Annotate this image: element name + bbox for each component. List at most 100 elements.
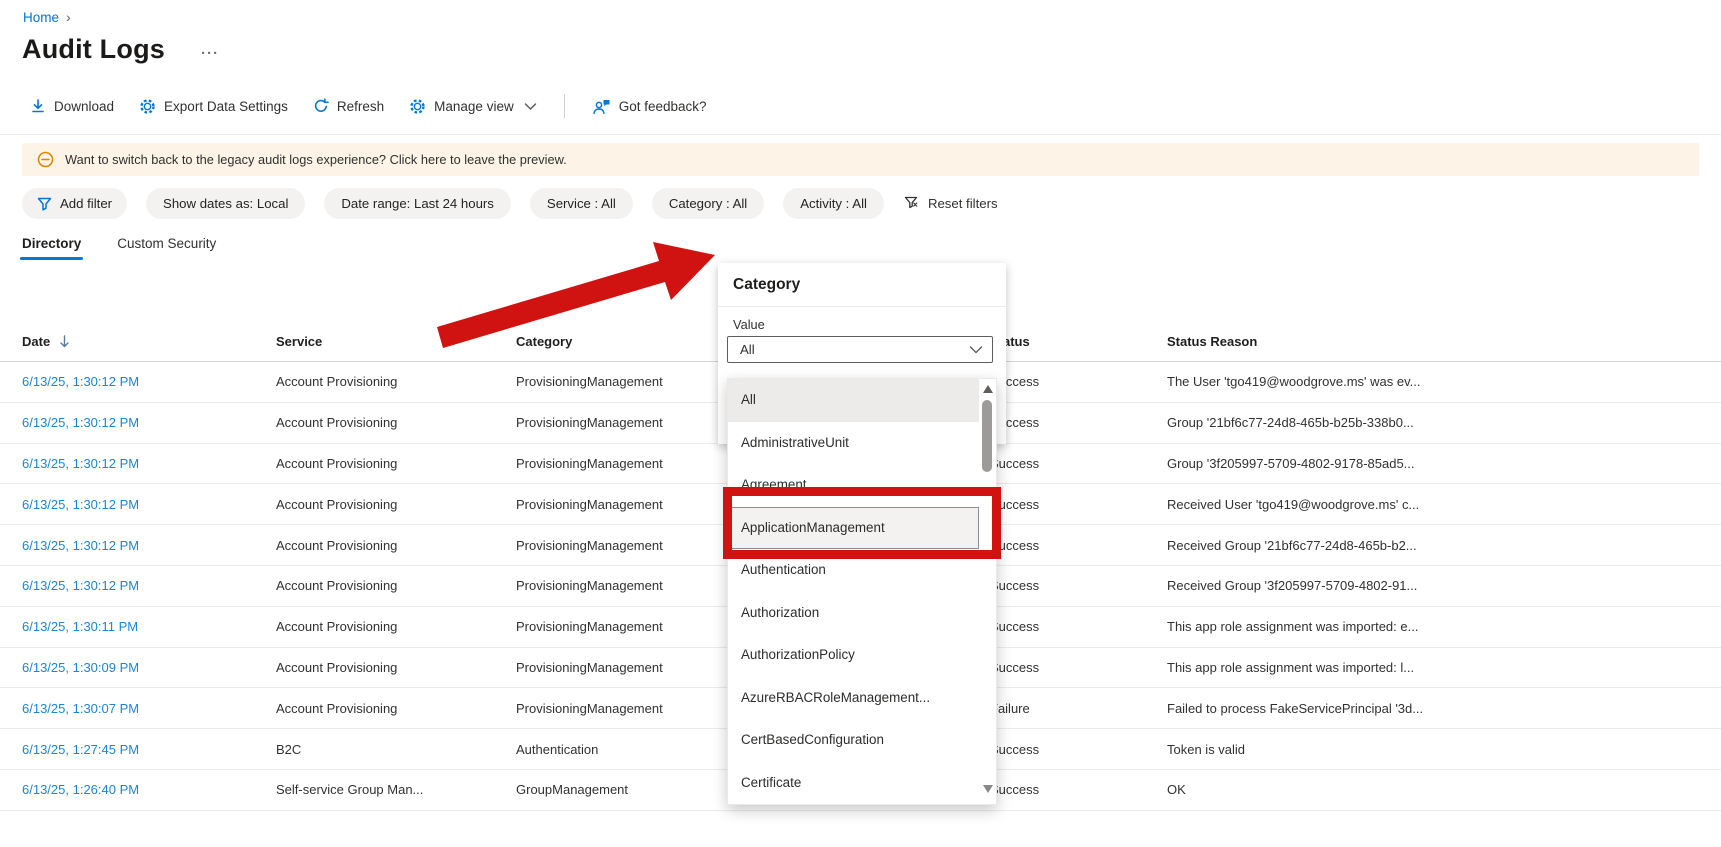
title-row: Audit Logs ···	[0, 25, 1721, 65]
column-header-status[interactable]: Status	[990, 334, 1167, 349]
option-list-scrollbar[interactable]	[979, 379, 996, 804]
scroll-up-icon[interactable]	[983, 385, 993, 393]
column-header-status-reason[interactable]: Status Reason	[1167, 334, 1721, 349]
category-option[interactable]: AuthorizationPolicy	[728, 634, 979, 677]
category-cell: Authentication	[516, 741, 599, 757]
status-cell: Success	[990, 537, 1040, 553]
chevron-down-icon	[524, 102, 537, 111]
got-feedback-button[interactable]: Got feedback?	[592, 98, 707, 115]
category-option[interactable]: Certificate	[728, 762, 979, 805]
category-option[interactable]: AzureRBACRoleManagement...	[728, 677, 979, 720]
category-cell: ProvisioningManagement	[516, 496, 663, 512]
blocked-minus-icon	[37, 151, 54, 168]
status-reason-cell: OK	[1167, 782, 1186, 798]
status-reason-cell: Group '3f205997-5709-4802-9178-85ad5...	[1167, 455, 1415, 471]
scrollbar-thumb[interactable]	[982, 400, 992, 472]
breadcrumb: Home ›	[0, 0, 1721, 25]
date-cell-link[interactable]: 6/13/25, 1:30:09 PM	[22, 660, 276, 675]
feedback-person-icon	[592, 98, 611, 115]
status-cell: Success	[990, 578, 1040, 594]
category-option[interactable]: Agreement	[728, 464, 979, 507]
tab-directory[interactable]: Directory	[19, 236, 84, 260]
refresh-button[interactable]: Refresh	[313, 98, 384, 114]
category-option[interactable]: All	[728, 379, 979, 422]
more-actions-ellipsis-icon[interactable]: ···	[201, 37, 219, 62]
status-cell: Failure	[990, 700, 1030, 716]
refresh-label: Refresh	[336, 98, 385, 114]
date-range-pill[interactable]: Date range: Last 24 hours	[324, 188, 511, 219]
category-value-select[interactable]: All	[727, 336, 993, 363]
status-cell: Success	[990, 455, 1040, 471]
category-option[interactable]: AdministrativeUnit	[728, 422, 979, 465]
category-option[interactable]: Authentication	[728, 549, 979, 592]
date-cell-link[interactable]: 6/13/25, 1:30:12 PM	[22, 456, 276, 471]
legacy-preview-banner: Want to switch back to the legacy audit …	[22, 143, 1699, 176]
date-cell-link[interactable]: 6/13/25, 1:27:45 PM	[22, 742, 276, 757]
manage-view-label: Manage view	[434, 98, 514, 114]
service-filter-pill[interactable]: Service : All	[529, 188, 633, 219]
gear-icon	[139, 98, 156, 115]
breadcrumb-home-link[interactable]: Home	[23, 10, 59, 25]
category-cell: GroupManagement	[516, 782, 629, 798]
date-cell-link[interactable]: 6/13/25, 1:26:40 PM	[22, 782, 276, 797]
category-cell: ProvisioningManagement	[516, 619, 663, 635]
download-icon	[30, 98, 46, 114]
service-cell: Account Provisioning	[276, 659, 398, 675]
export-data-settings-button[interactable]: Export Data Settings	[139, 98, 288, 115]
add-filter-button[interactable]: Add filter	[22, 188, 128, 219]
breadcrumb-chevron-icon: ›	[66, 9, 71, 25]
status-reason-cell: This app role assignment was imported: l…	[1167, 659, 1415, 675]
category-cell: ProvisioningManagement	[516, 700, 663, 716]
show-dates-pill[interactable]: Show dates as: Local	[146, 188, 306, 219]
manage-view-button[interactable]: Manage view	[409, 98, 537, 115]
sort-descending-icon	[59, 335, 70, 348]
service-cell: Account Provisioning	[276, 700, 398, 716]
tab-bar: Directory Custom Security	[0, 236, 1721, 260]
gear-icon	[409, 98, 426, 115]
date-cell-link[interactable]: 6/13/25, 1:30:12 PM	[22, 538, 276, 553]
add-filter-label: Add filter	[60, 196, 113, 211]
service-cell: Account Provisioning	[276, 374, 398, 390]
category-option[interactable]: CertBasedConfiguration	[728, 719, 979, 762]
reset-filters-button[interactable]: Reset filters	[904, 196, 998, 211]
status-cell: Success	[990, 619, 1040, 635]
status-cell: Success	[990, 782, 1040, 798]
category-cell: ProvisioningManagement	[516, 578, 663, 594]
date-cell-link[interactable]: 6/13/25, 1:30:07 PM	[22, 701, 276, 716]
status-cell: Success	[990, 496, 1040, 512]
status-reason-cell: Token is valid	[1167, 741, 1246, 757]
category-option-list: All AdministrativeUnit Agreement Applicatio…	[727, 378, 997, 805]
value-field-label: Value	[733, 317, 765, 332]
filter-bar: Add filter Show dates as: Local Date ran…	[0, 188, 1721, 219]
activity-filter-pill[interactable]: Activity : All	[783, 188, 884, 219]
service-cell: Self-service Group Man...	[276, 782, 424, 798]
tab-custom-security[interactable]: Custom Security	[117, 236, 216, 260]
status-reason-cell: This app role assignment was imported: e…	[1167, 619, 1419, 635]
date-cell-link[interactable]: 6/13/25, 1:30:12 PM	[22, 415, 276, 430]
category-option[interactable]: ApplicationManagement	[728, 506, 979, 549]
category-option[interactable]: Authorization	[728, 592, 979, 635]
download-label: Download	[54, 98, 115, 114]
banner-message[interactable]: Want to switch back to the legacy audit …	[65, 152, 567, 167]
status-reason-cell: Received Group '3f205997-5709-4802-91...	[1167, 578, 1418, 594]
date-cell-link[interactable]: 6/13/25, 1:30:11 PM	[22, 619, 276, 634]
status-cell: Success	[990, 374, 1040, 390]
page-title: Audit Logs	[22, 34, 165, 64]
toolbar-divider-line	[0, 134, 1721, 135]
date-cell-link[interactable]: 6/13/25, 1:30:12 PM	[22, 497, 276, 512]
service-cell: Account Provisioning	[276, 619, 398, 635]
chevron-down-icon	[969, 346, 983, 354]
date-cell-link[interactable]: 6/13/25, 1:30:12 PM	[22, 374, 276, 389]
category-filter-pill[interactable]: Category : All	[651, 188, 765, 219]
status-cell: Success	[990, 741, 1040, 757]
column-header-service[interactable]: Service	[276, 334, 516, 349]
status-cell: Success	[990, 659, 1040, 675]
service-cell: Account Provisioning	[276, 578, 398, 594]
download-button[interactable]: Download	[30, 98, 114, 114]
category-cell: ProvisioningManagement	[516, 455, 663, 471]
toolbar: Download Export Data Settings Refresh Ma…	[0, 93, 1721, 119]
scroll-down-icon[interactable]	[983, 785, 993, 793]
column-header-date[interactable]: Date	[22, 334, 276, 349]
date-cell-link[interactable]: 6/13/25, 1:30:12 PM	[22, 578, 276, 593]
audit-logs-page: Home › Audit Logs ··· Download Export Da…	[0, 0, 1721, 847]
